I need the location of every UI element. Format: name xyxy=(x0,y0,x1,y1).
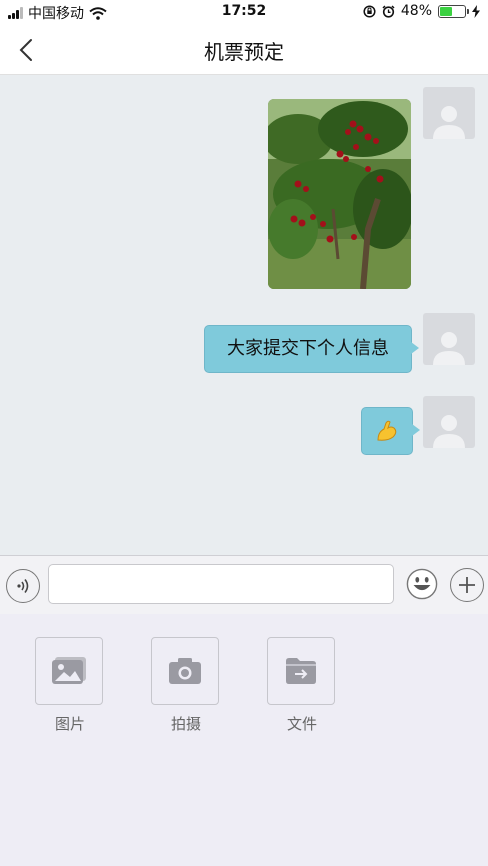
avatar[interactable] xyxy=(423,313,475,365)
camera-button[interactable] xyxy=(151,637,219,705)
voice-button[interactable] xyxy=(6,569,40,603)
status-bar: 中国移动 17:52 48% xyxy=(0,0,488,24)
user-icon xyxy=(433,332,465,365)
plus-icon xyxy=(459,577,475,593)
user-icon xyxy=(433,106,465,139)
page-title: 机票预定 xyxy=(204,40,284,64)
text-message-bubble[interactable]: 大家提交下个人信息 xyxy=(204,325,419,373)
chat-area[interactable]: 大家提交下个人信息 xyxy=(0,75,488,555)
image-button[interactable] xyxy=(35,637,103,705)
tool-file[interactable]: 文件 xyxy=(267,637,337,734)
avatar[interactable] xyxy=(423,87,475,139)
rotation-lock-icon xyxy=(363,4,376,18)
charging-icon xyxy=(472,4,480,18)
battery-percent: 48% xyxy=(400,3,432,19)
voice-icon xyxy=(17,579,29,593)
avatar[interactable] xyxy=(423,396,475,448)
tool-camera[interactable]: 拍摄 xyxy=(151,637,221,734)
battery-icon xyxy=(438,4,469,18)
tool-label: 拍摄 xyxy=(170,715,201,733)
image-message[interactable] xyxy=(268,99,411,289)
tool-label: 图片 xyxy=(54,715,85,733)
file-button[interactable] xyxy=(267,637,335,705)
battery-fill xyxy=(440,6,452,16)
attachment-panel: 图片 拍摄 文件 xyxy=(0,614,488,866)
input-bar xyxy=(0,555,488,615)
flexed-biceps-icon xyxy=(377,420,397,441)
camera-icon xyxy=(169,658,201,684)
emoji-button[interactable] xyxy=(406,568,438,600)
navigation-bar: 机票预定 xyxy=(0,24,488,75)
status-right: 48% xyxy=(363,3,480,19)
tool-label: 文件 xyxy=(286,715,317,733)
alarm-icon xyxy=(382,4,395,18)
folder-icon xyxy=(286,658,316,684)
emoji-message-bubble[interactable] xyxy=(361,407,420,455)
tool-image[interactable]: 图片 xyxy=(35,637,105,734)
image-icon xyxy=(52,657,86,684)
cherry-tree-photo xyxy=(268,99,411,289)
more-button[interactable] xyxy=(450,568,484,602)
user-icon xyxy=(433,415,465,448)
message-input[interactable] xyxy=(48,564,394,604)
smiley-icon xyxy=(406,568,438,600)
